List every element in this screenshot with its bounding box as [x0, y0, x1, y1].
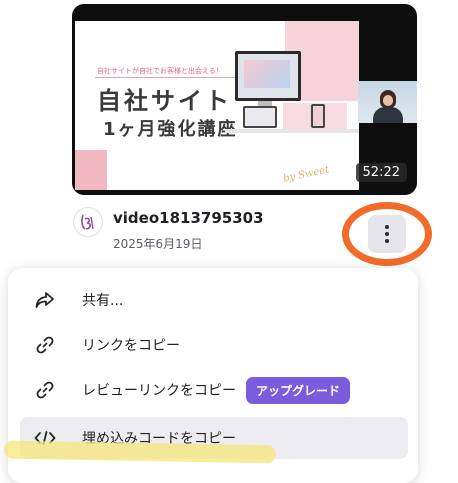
more-dot-icon: [385, 239, 389, 243]
link-icon: [34, 379, 56, 401]
laptop-illustration: [243, 106, 277, 128]
menu-item-label: 共有...: [82, 293, 124, 309]
avatar-logo-icon: [81, 214, 94, 230]
phone-illustration: [311, 104, 325, 128]
thumbnail-slide: 自社サイトが自社でお客様と出会える！ 自社サイト 1ヶ月強化講座 by Swee…: [75, 21, 359, 190]
menu-item-label: レビューリンクをコピー: [82, 383, 236, 399]
presenter-face: [383, 95, 393, 106]
webcam-overlay: [358, 81, 417, 123]
upgrade-badge[interactable]: アップグレード: [246, 376, 351, 404]
thumbnail-title-line1: 自社サイト: [97, 87, 232, 115]
share-icon: [34, 289, 56, 311]
link-icon: [34, 334, 56, 356]
decor-block: [75, 150, 107, 190]
divider: [95, 77, 243, 78]
more-options-button[interactable]: [368, 215, 406, 253]
menu-item-label: リンクをコピー: [82, 338, 180, 354]
desk-illustration: [225, 129, 359, 133]
video-title[interactable]: video1813795303: [113, 209, 264, 227]
monitor-illustration: [235, 51, 301, 101]
more-dot-icon: [385, 225, 389, 229]
video-thumbnail[interactable]: 自社サイトが自社でお客様と出会える！ 自社サイト 1ヶ月強化講座 by Swee…: [72, 4, 417, 195]
menu-item-copy-review-link[interactable]: レビューリンクをコピー アップグレード: [20, 369, 408, 411]
video-date: 2025年6月19日: [113, 237, 203, 251]
more-dot-icon: [385, 232, 389, 236]
avatar[interactable]: [73, 207, 103, 237]
thumbnail-title-line2: 1ヶ月強化講座: [103, 119, 238, 140]
thumbnail-subtitle: 自社サイトが自社でお客様と出会える！: [97, 67, 223, 75]
menu-item-copy-link[interactable]: リンクをコピー: [20, 324, 408, 366]
thumbnail-signature: by Sweet: [282, 164, 331, 185]
presenter-body: [373, 107, 403, 123]
menu-item-share[interactable]: 共有...: [20, 279, 408, 321]
duration-badge: 52:22: [355, 163, 407, 182]
